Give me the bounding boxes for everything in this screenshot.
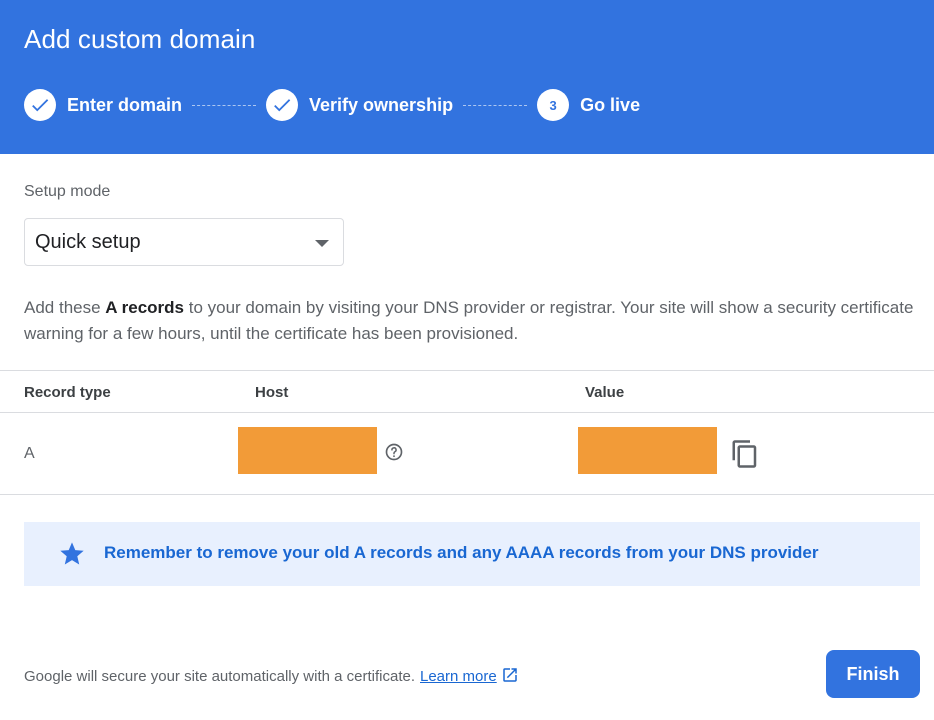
table-divider: [0, 494, 934, 495]
table-divider: [0, 370, 934, 371]
stepper: Enter domain Verify ownership 3 Go live: [24, 89, 640, 121]
table-divider: [0, 412, 934, 413]
step-go-live: 3 Go live: [537, 89, 640, 121]
banner-text: Remember to remove your old A records an…: [104, 543, 819, 562]
setup-mode-value: Quick setup: [35, 231, 141, 253]
chevron-down-icon: [315, 240, 329, 247]
instructions-text: Add these A records to your domain by vi…: [24, 295, 924, 347]
instructions-part: Add these: [24, 298, 106, 317]
open-in-new-icon[interactable]: [501, 666, 519, 684]
setup-mode-label: Setup mode: [24, 183, 111, 200]
setup-mode-select[interactable]: Quick setup: [24, 218, 344, 266]
step-connector: [463, 104, 528, 106]
finish-button[interactable]: Finish: [826, 650, 920, 698]
check-icon: [24, 89, 56, 121]
info-banner: Remember to remove your old A records an…: [24, 522, 920, 586]
column-header-host: Host: [255, 384, 289, 401]
record-type-cell: A: [24, 445, 35, 462]
instructions-bold: A records: [105, 298, 185, 317]
dialog-header: Add custom domain Enter domain Verify ow…: [0, 0, 934, 154]
footer: Google will secure your site automatical…: [24, 666, 519, 685]
check-icon: [266, 89, 299, 121]
step-verify-ownership: Verify ownership: [266, 89, 453, 121]
column-header-record-type: Record type: [24, 384, 111, 401]
help-icon[interactable]: [384, 442, 404, 462]
step-enter-domain: Enter domain: [24, 89, 182, 121]
step-number-badge: 3: [537, 89, 570, 121]
learn-more-link[interactable]: Learn more: [420, 668, 497, 685]
star-icon: [60, 542, 84, 565]
column-header-value: Value: [585, 384, 625, 401]
step-label: Enter domain: [67, 94, 183, 115]
footer-text: Google will secure your site automatical…: [24, 668, 415, 685]
step-number: 3: [549, 97, 557, 113]
step-label: Go live: [580, 94, 641, 115]
host-redacted: [238, 427, 377, 474]
value-redacted: [578, 427, 717, 474]
step-connector: [192, 104, 257, 106]
step-label: Verify ownership: [309, 94, 454, 115]
dialog-title: Add custom domain: [24, 24, 256, 54]
copy-icon[interactable]: [730, 438, 760, 470]
